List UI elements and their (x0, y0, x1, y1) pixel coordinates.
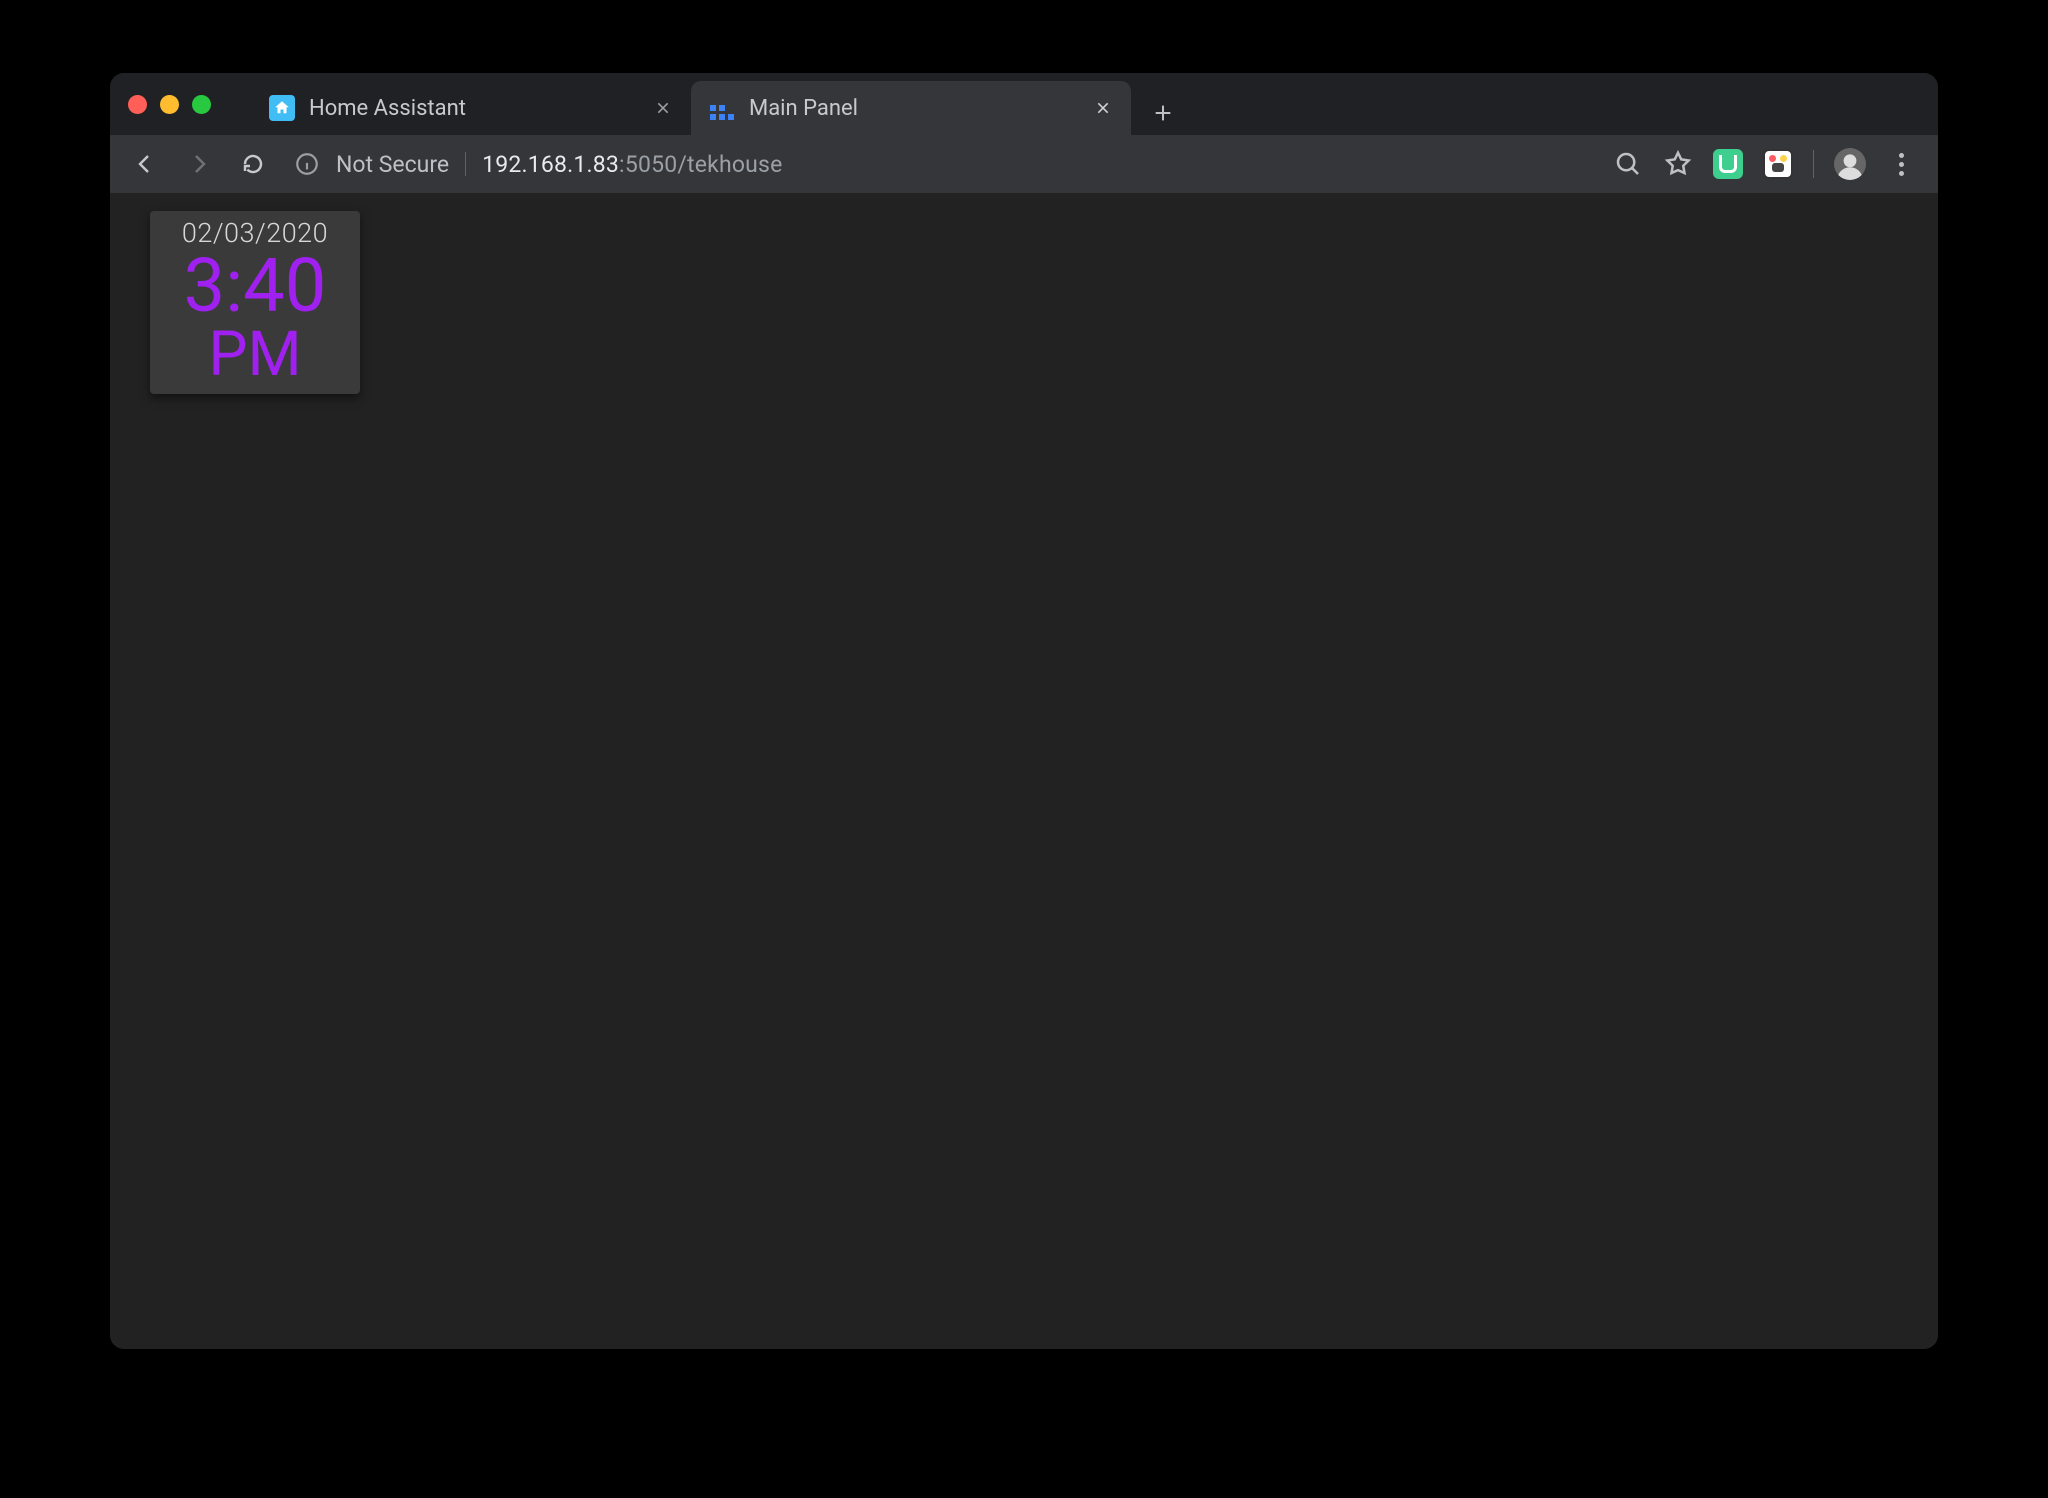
forward-button[interactable] (178, 143, 220, 185)
browser-window: Home Assistant Main Panel (110, 73, 1938, 1349)
url-path: :5050/tekhouse (619, 151, 782, 178)
divider (465, 152, 466, 176)
zoom-icon[interactable] (1613, 149, 1643, 179)
window-minimize-button[interactable] (160, 95, 179, 114)
clock-card[interactable]: 02/03/2020 3:40 PM (150, 211, 360, 394)
window-controls (126, 95, 223, 114)
tab-label: Home Assistant (309, 96, 639, 121)
site-info-icon[interactable] (294, 151, 320, 177)
reload-button[interactable] (232, 143, 274, 185)
close-tab-button[interactable] (653, 98, 673, 118)
home-assistant-icon (269, 95, 295, 121)
divider (1813, 150, 1814, 178)
browser-menu-button[interactable] (1886, 153, 1916, 176)
window-zoom-button[interactable] (192, 95, 211, 114)
url-text: 192.168.1.83:5050/tekhouse (482, 151, 782, 178)
back-button[interactable] (124, 143, 166, 185)
tab-strip: Home Assistant Main Panel (110, 73, 1938, 135)
address-bar[interactable]: Not Secure 192.168.1.83:5050/tekhouse (286, 143, 1924, 185)
clock-time: 3:40 (154, 249, 356, 324)
tab-label: Main Panel (749, 96, 1079, 121)
clock-ampm: PM (154, 324, 356, 386)
profile-avatar[interactable] (1834, 148, 1866, 180)
new-tab-button[interactable] (1141, 91, 1185, 135)
browser-toolbar: Not Secure 192.168.1.83:5050/tekhouse (110, 135, 1938, 193)
tab-home-assistant[interactable]: Home Assistant (251, 81, 691, 135)
panel-grid-icon (709, 95, 735, 121)
bookmark-star-icon[interactable] (1663, 149, 1693, 179)
window-close-button[interactable] (128, 95, 147, 114)
extension-2-icon[interactable] (1763, 149, 1793, 179)
close-tab-button[interactable] (1093, 98, 1113, 118)
url-host: 192.168.1.83 (482, 151, 619, 178)
tab-main-panel[interactable]: Main Panel (691, 81, 1131, 135)
page-content: 02/03/2020 3:40 PM (110, 193, 1938, 1349)
extension-1-icon[interactable] (1713, 149, 1743, 179)
security-label: Not Secure (336, 151, 449, 178)
